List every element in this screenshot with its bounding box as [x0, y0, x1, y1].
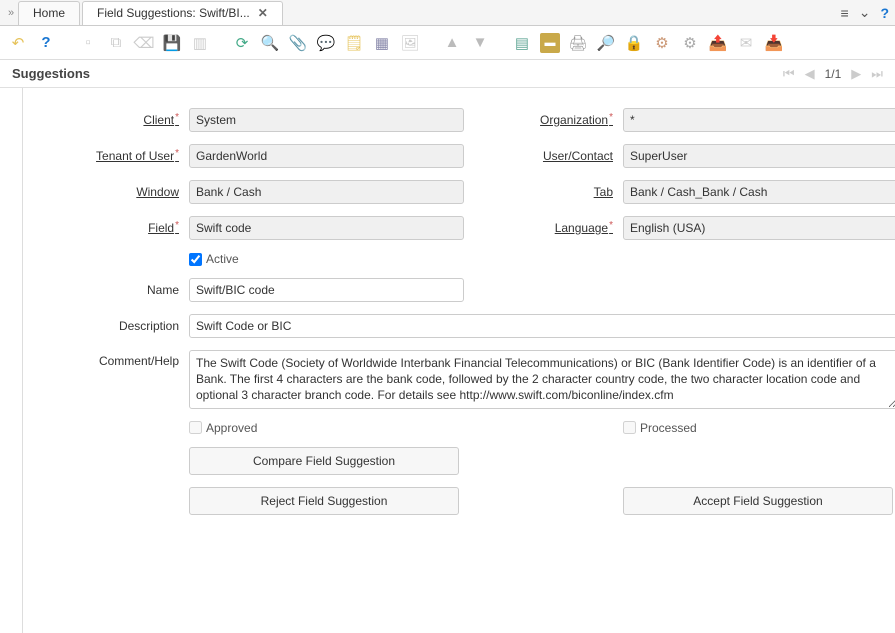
page-title: Suggestions — [12, 66, 90, 81]
tab-field[interactable] — [623, 180, 895, 204]
approved-label: Approved — [206, 421, 257, 435]
copy-icon[interactable]: ⧉ — [106, 33, 126, 53]
report-icon[interactable]: ▤ — [512, 33, 532, 53]
approved-checkbox-row: Approved — [189, 421, 464, 435]
form-content: Client Organization Tenant of User User/… — [22, 88, 895, 633]
active-label: Active — [206, 252, 239, 266]
organization-label[interactable]: Organization — [477, 113, 617, 127]
name-field[interactable] — [189, 278, 464, 302]
tab-bar: » Home Field Suggestions: Swift/BI... ✕ … — [0, 0, 895, 26]
language-field[interactable] — [623, 216, 895, 240]
active-checkbox-row: Active — [189, 252, 464, 266]
tenant-field[interactable] — [189, 144, 464, 168]
subheader: Suggestions ⏮ ◀ 1/1 ▶ ⏭ — [0, 60, 895, 88]
delete-icon[interactable]: ⌫ — [134, 33, 154, 53]
tab-label[interactable]: Tab — [477, 185, 617, 199]
menu-icon[interactable]: ≡ — [841, 5, 849, 21]
new-icon[interactable]: ▫ — [78, 33, 98, 53]
window-label[interactable]: Window — [43, 185, 183, 199]
tab-home-label: Home — [33, 6, 65, 20]
attachment-icon[interactable]: 📎 — [288, 33, 308, 53]
tabs-scroll-left[interactable]: » — [4, 7, 18, 19]
usercontact-field[interactable] — [623, 144, 895, 168]
record-navigator: ⏮ ◀ 1/1 ▶ ⏭ — [783, 66, 883, 82]
tab-field-suggestions[interactable]: Field Suggestions: Swift/BI... ✕ — [82, 1, 283, 25]
organization-field[interactable] — [623, 108, 895, 132]
chat-icon[interactable]: 💬 — [316, 33, 336, 53]
mail-icon[interactable]: ✉ — [736, 33, 756, 53]
up-icon[interactable]: ▲ — [442, 33, 462, 53]
help-icon[interactable]: ? — [880, 5, 889, 21]
processed-checkbox-row: Processed — [623, 421, 895, 435]
zoom-icon[interactable]: 🔎 — [596, 33, 616, 53]
undo-icon[interactable]: ↶ — [8, 33, 28, 53]
client-label[interactable]: Client — [43, 113, 183, 127]
description-field[interactable] — [189, 314, 895, 338]
accept-button[interactable]: Accept Field Suggestion — [623, 487, 893, 515]
first-record-icon[interactable]: ⏮ — [783, 66, 795, 82]
refresh-icon[interactable]: ⟳ — [232, 33, 252, 53]
comment-label: Comment/Help — [43, 350, 183, 368]
processed-label: Processed — [640, 421, 697, 435]
active-checkbox[interactable] — [189, 253, 202, 266]
last-record-icon[interactable]: ⏭ — [871, 66, 883, 82]
gear-icon[interactable]: ⚙ — [680, 33, 700, 53]
search-icon[interactable]: 🔍 — [260, 33, 280, 53]
image-icon[interactable]: 🖼 — [400, 33, 420, 53]
tab-home[interactable]: Home — [18, 1, 80, 25]
processed-checkbox[interactable] — [623, 421, 636, 434]
toolbar: ↶ ? ▫ ⧉ ⌫ 💾 ▥ ⟳ 🔍 📎 💬 🗒 ▦ 🖼 ▲ ▼ ▤ ▬ 🖨 🔎 … — [0, 26, 895, 60]
export-icon[interactable]: 📤 — [708, 33, 728, 53]
compare-button[interactable]: Compare Field Suggestion — [189, 447, 459, 475]
collapse-icon[interactable]: ⌄ — [859, 4, 871, 21]
close-icon[interactable]: ✕ — [258, 6, 268, 20]
comment-field[interactable] — [189, 350, 895, 409]
tenant-label[interactable]: Tenant of User — [43, 149, 183, 163]
field-field[interactable] — [189, 216, 464, 240]
prev-record-icon[interactable]: ◀ — [805, 66, 815, 82]
usercontact-label[interactable]: User/Contact — [477, 149, 617, 163]
grid-icon[interactable]: ▦ — [372, 33, 392, 53]
lock-icon[interactable]: 🔒 — [624, 33, 644, 53]
save-icon[interactable]: 💾 — [162, 33, 182, 53]
process-icon[interactable]: ⚙ — [652, 33, 672, 53]
window-field[interactable] — [189, 180, 464, 204]
help-circle-icon[interactable]: ? — [36, 33, 56, 53]
note-icon[interactable]: 🗒 — [344, 33, 364, 53]
archive-icon[interactable]: ▬ — [540, 33, 560, 53]
import-icon[interactable]: 📥 — [764, 33, 784, 53]
pager-text: 1/1 — [825, 67, 842, 81]
field-label[interactable]: Field — [43, 221, 183, 235]
reject-button[interactable]: Reject Field Suggestion — [189, 487, 459, 515]
client-field[interactable] — [189, 108, 464, 132]
description-label: Description — [43, 319, 183, 333]
tab-active-label: Field Suggestions: Swift/BI... — [97, 6, 250, 20]
next-record-icon[interactable]: ▶ — [851, 66, 861, 82]
down-icon[interactable]: ▼ — [470, 33, 490, 53]
name-label: Name — [43, 283, 183, 297]
print-icon[interactable]: 🖨 — [568, 33, 588, 53]
approved-checkbox[interactable] — [189, 421, 202, 434]
language-label[interactable]: Language — [477, 221, 617, 235]
cards-icon[interactable]: ▥ — [190, 33, 210, 53]
